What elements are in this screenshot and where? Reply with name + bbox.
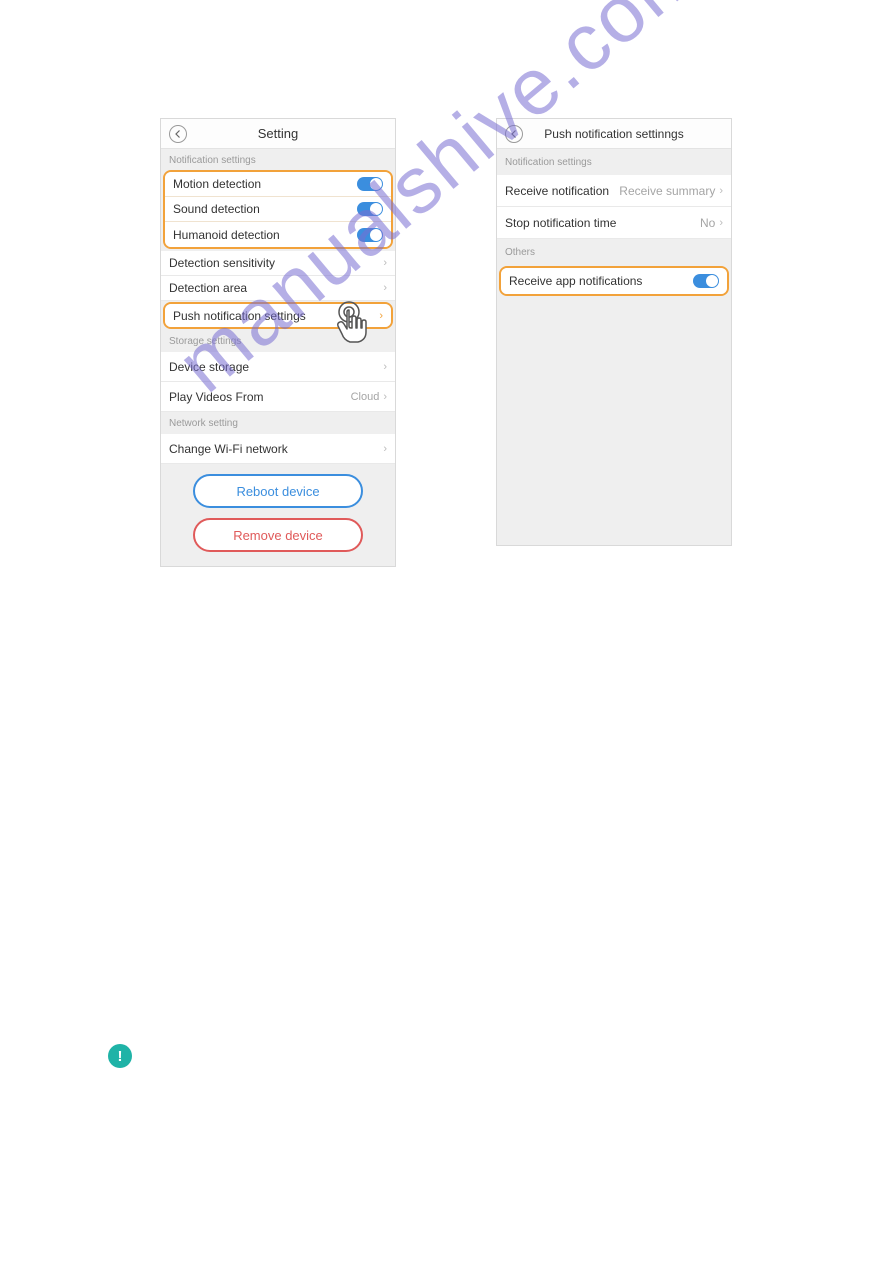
row-value: Receive summary bbox=[619, 184, 715, 198]
section-notification: Notification settings bbox=[161, 149, 395, 171]
footer-buttons: Reboot device Remove device bbox=[161, 464, 395, 566]
row-stop-notification-time[interactable]: Stop notification time No › bbox=[497, 207, 731, 239]
row-label: Receive app notifications bbox=[509, 274, 693, 288]
row-value: Cloud bbox=[351, 391, 380, 403]
row-receive-notification[interactable]: Receive notification Receive summary › bbox=[497, 175, 731, 207]
toggle-on-icon[interactable] bbox=[693, 274, 719, 288]
row-humanoid-detection[interactable]: Humanoid detection bbox=[165, 222, 391, 247]
row-change-wifi[interactable]: Change Wi-Fi network › bbox=[161, 434, 395, 464]
row-label: Stop notification time bbox=[505, 216, 700, 230]
row-motion-detection[interactable]: Motion detection bbox=[165, 172, 391, 197]
row-label: Play Videos From bbox=[169, 390, 351, 404]
row-value: No bbox=[700, 216, 715, 230]
toggle-on-icon[interactable] bbox=[357, 202, 383, 216]
chevron-right-icon: › bbox=[383, 391, 387, 403]
row-label: Receive notification bbox=[505, 184, 619, 198]
push-settings-panel: Push notification settinngs Notification… bbox=[496, 118, 732, 546]
chevron-right-icon: › bbox=[379, 310, 383, 322]
row-receive-app-notifications[interactable]: Receive app notifications bbox=[501, 268, 727, 294]
page-title: Push notification settinngs bbox=[497, 127, 731, 141]
toggle-on-icon[interactable] bbox=[357, 177, 383, 191]
row-label: Push notification settings bbox=[173, 309, 379, 323]
note-icon: ! bbox=[108, 1044, 132, 1068]
row-label: Device storage bbox=[169, 360, 383, 374]
chevron-right-icon: › bbox=[383, 361, 387, 373]
toggle-on-icon[interactable] bbox=[357, 228, 383, 242]
row-label: Change Wi-Fi network bbox=[169, 442, 383, 456]
topbar: Setting bbox=[161, 119, 395, 149]
row-push-notification-settings[interactable]: Push notification settings › bbox=[165, 304, 391, 327]
chevron-right-icon: › bbox=[719, 217, 723, 229]
section-others: Others bbox=[497, 239, 731, 265]
row-detection-area[interactable]: Detection area › bbox=[161, 276, 395, 301]
highlight-detection-toggles: Motion detection Sound detection Humanoi… bbox=[163, 170, 393, 249]
section-storage: Storage settings bbox=[161, 330, 395, 352]
chevron-right-icon: › bbox=[383, 257, 387, 269]
row-label: Detection area bbox=[169, 281, 383, 295]
row-sound-detection[interactable]: Sound detection bbox=[165, 197, 391, 222]
row-detection-sensitivity[interactable]: Detection sensitivity › bbox=[161, 251, 395, 276]
highlight-app-notifications: Receive app notifications bbox=[499, 266, 729, 296]
row-label: Detection sensitivity bbox=[169, 256, 383, 270]
chevron-right-icon: › bbox=[383, 282, 387, 294]
chevron-right-icon: › bbox=[719, 185, 723, 197]
page-title: Setting bbox=[161, 126, 395, 141]
section-network: Network setting bbox=[161, 412, 395, 434]
row-play-videos-from[interactable]: Play Videos From Cloud › bbox=[161, 382, 395, 412]
highlight-push-settings: Push notification settings › bbox=[163, 302, 393, 329]
row-label: Humanoid detection bbox=[173, 228, 357, 242]
row-device-storage[interactable]: Device storage › bbox=[161, 352, 395, 382]
reboot-device-button[interactable]: Reboot device bbox=[193, 474, 363, 508]
remove-device-button[interactable]: Remove device bbox=[193, 518, 363, 552]
settings-panel: Setting Notification settings Motion det… bbox=[160, 118, 396, 567]
row-label: Sound detection bbox=[173, 202, 357, 216]
chevron-right-icon: › bbox=[383, 443, 387, 455]
topbar: Push notification settinngs bbox=[497, 119, 731, 149]
section-notification: Notification settings bbox=[497, 149, 731, 175]
row-label: Motion detection bbox=[173, 177, 357, 191]
